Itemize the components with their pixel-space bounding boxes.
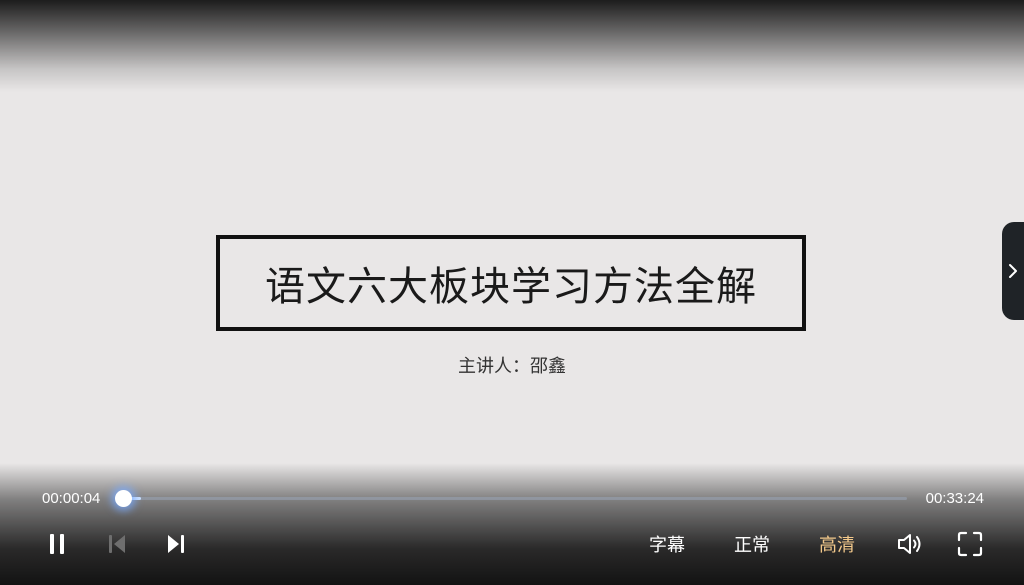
previous-button[interactable] (104, 530, 130, 558)
control-bar-background (0, 463, 1024, 585)
side-panel-toggle[interactable] (1002, 222, 1024, 320)
volume-icon (898, 534, 921, 554)
skip-next-icon (168, 535, 184, 553)
subtitle-button[interactable]: 字幕 (642, 530, 692, 558)
slide-title: 语文六大板块学习方法全解 (265, 264, 757, 310)
fullscreen-button[interactable] (956, 530, 984, 558)
current-time: 00:00:04 (42, 490, 101, 507)
progress-bar[interactable] (114, 490, 907, 507)
next-button[interactable] (163, 530, 189, 558)
fullscreen-icon (957, 531, 983, 557)
volume-button[interactable] (894, 530, 926, 558)
skip-previous-icon (109, 535, 125, 553)
playback-speed-button[interactable]: 正常 (727, 530, 777, 558)
progress-knob[interactable] (114, 490, 132, 507)
pause-button[interactable] (44, 530, 70, 558)
pause-icon (50, 534, 64, 554)
video-player[interactable]: 语文六大板块学习方法全解 主讲人：邵鑫 00:00:04 00:33:24 字幕… (0, 0, 1024, 585)
slide-presenter: 主讲人：邵鑫 (458, 356, 566, 377)
chevron-right-icon (1009, 264, 1017, 278)
total-time: 00:33:24 (925, 490, 984, 507)
slide-title-box: 语文六大板块学习方法全解 (216, 235, 806, 331)
top-overlay (0, 0, 1024, 92)
quality-button[interactable]: 高清 (812, 530, 862, 558)
